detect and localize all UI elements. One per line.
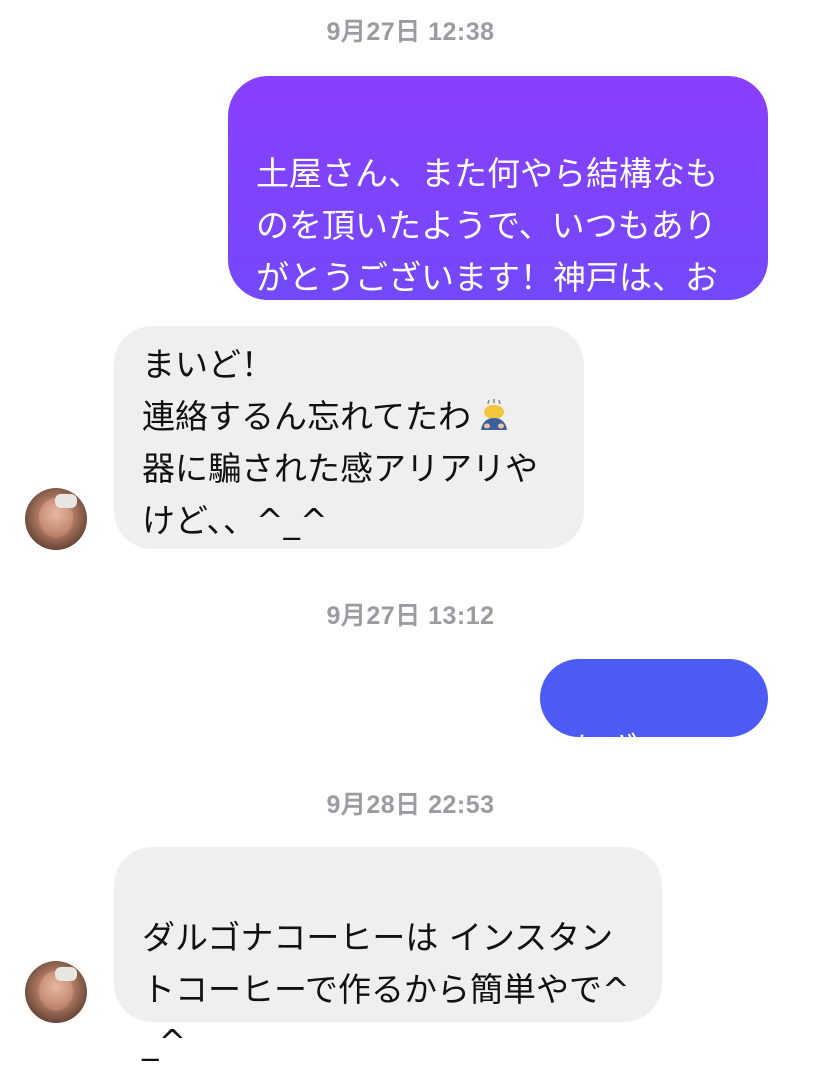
timestamp-1: 9月27日 12:38 [326,18,495,46]
timestamp-2: 9月27日 13:12 [326,602,495,630]
avatar[interactable] [25,488,87,550]
incoming-message[interactable]: まいど！ 連絡するん忘れてたわ 器に騙された感アリアリやけど、、^_^ [114,326,584,549]
message-line: まいど！ [142,345,274,384]
outgoing-message[interactable]: あざーす！ [540,659,768,821]
person-bowing-icon [477,395,511,430]
message-text: 土屋さん、また何やら結構なものを頂いたようで、いつもありがとうございます！神戸は… [256,154,718,349]
timestamp-3: 9月28日 22:53 [326,791,495,819]
message-text: ダルゴナコーヒーは インスタントコーヒーで作るから簡単やで^_^ [142,918,630,1061]
message-line: 器に騙された感アリアリやけど、、^_^ [142,449,538,540]
incoming-message[interactable]: ダルゴナコーヒーは インスタントコーヒーで作るから簡単やで^_^ [114,847,662,1061]
outgoing-message[interactable]: 土屋さん、また何やら結構なものを頂いたようで、いつもありがとうございます！神戸は… [228,76,768,349]
avatar[interactable] [25,961,87,1023]
message-line: 連絡するん忘れてたわ [142,391,556,443]
